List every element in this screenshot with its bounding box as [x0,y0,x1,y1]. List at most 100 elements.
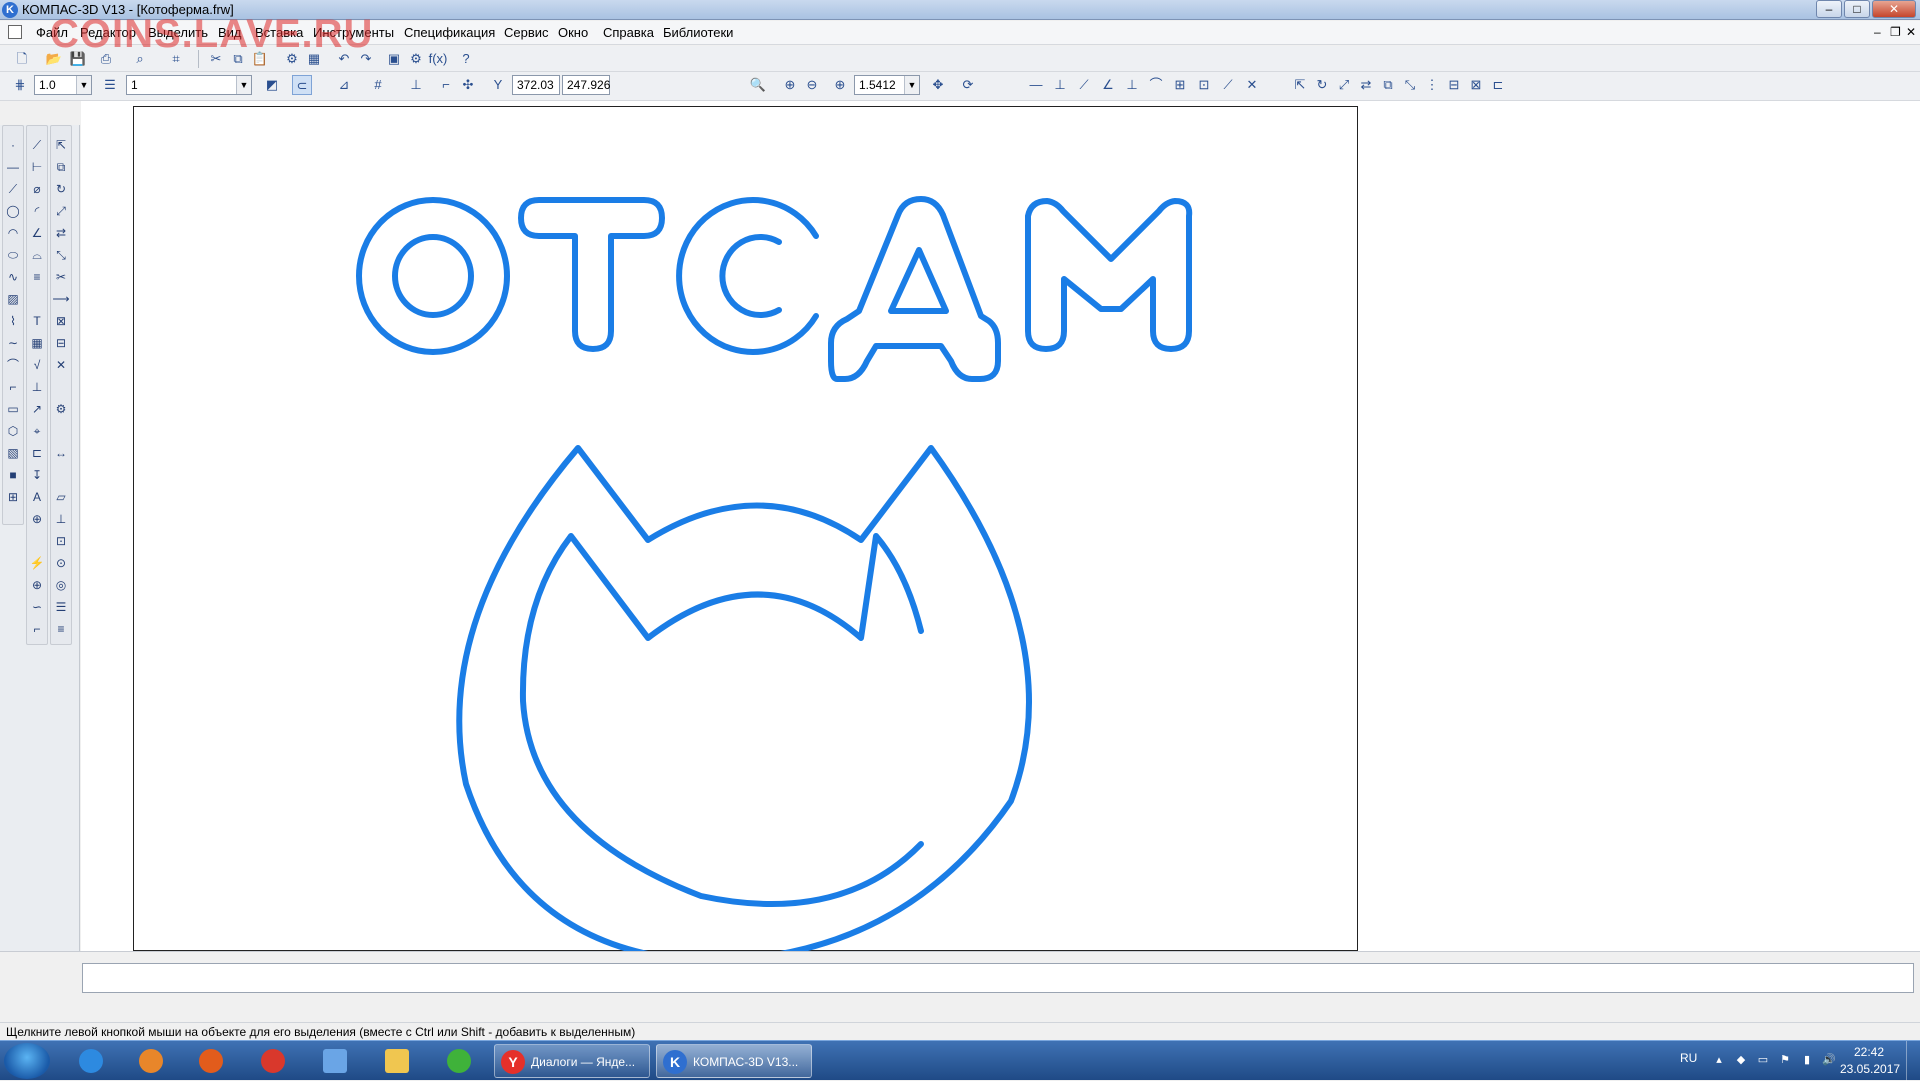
snap-grid-icon[interactable]: ⊞ [1170,75,1190,95]
text-tool-icon[interactable]: T [28,312,46,330]
manager-icon[interactable]: ▣ [384,49,404,69]
ortho-mode-icon[interactable]: ⌐ [436,75,456,95]
clock-time[interactable]: 22:42 [1854,1045,1884,1059]
angle-dimension-icon[interactable]: ∠ [28,224,46,242]
globe-icon[interactable]: ◎ [52,576,70,594]
edit-scale-icon[interactable]: ⤢ [1334,75,1354,95]
zoom-out-icon[interactable]: ⊖ [802,75,822,95]
tray-network-icon[interactable]: ▮ [1800,1053,1814,1067]
mdi-close-button[interactable]: ✕ [1906,25,1916,39]
dimension-icon[interactable]: ⊥ [1050,75,1070,95]
library-icon[interactable]: ⚙ [406,49,426,69]
step-field[interactable]: 1.0 ▼ [34,75,92,95]
layer-field[interactable]: 1 ▼ [126,75,252,95]
delete-icon[interactable]: ✕ [52,356,70,374]
measure-icon[interactable]: ↔ [52,444,70,462]
polyline-tool-icon[interactable]: ⌇ [4,312,22,330]
edit-array-icon[interactable]: ⋮ [1422,75,1442,95]
edit-trim-icon[interactable]: ⊏ [1488,75,1508,95]
snap-center-icon[interactable]: ⊡ [1194,75,1214,95]
zoom-window-icon[interactable]: 🔍 [748,75,768,95]
axis-icon[interactable]: ⊕ [28,576,46,594]
chevron-down-icon[interactable]: ▼ [236,76,251,94]
copy-tool-icon[interactable]: ⧉ [52,158,70,176]
snap-intersect-icon[interactable]: ✕ [1242,75,1262,95]
point-icon[interactable]: ⊥ [1122,75,1142,95]
chevron-down-icon[interactable]: ▼ [904,76,919,94]
taskbar-explorer[interactable] [370,1045,424,1077]
chamfer-tool-icon[interactable]: ⌐ [4,378,22,396]
tray-flag-icon[interactable]: ⚑ [1778,1053,1792,1067]
edit-rotate-icon[interactable]: ↻ [1312,75,1332,95]
mdi-restore-button[interactable]: ❐ [1890,25,1901,39]
show-desktop-button[interactable] [1906,1041,1920,1081]
polygon-tool-icon[interactable]: ⬡ [4,422,22,440]
auto-line-icon[interactable]: ⟋ [28,136,46,154]
menu-help[interactable]: Справка [603,25,654,40]
edit-mirror-icon[interactable]: ⇄ [1356,75,1376,95]
clock-date[interactable]: 23.05.2017 [1840,1062,1900,1076]
variables-fx-icon[interactable]: f(x) [428,49,448,69]
document-icon[interactable] [8,25,22,39]
radius-dimension-icon[interactable]: ◜ [28,202,46,220]
ortho-icon[interactable]: ⊿ [334,75,354,95]
list-icon[interactable]: ☰ [52,598,70,616]
macro-tool-icon[interactable]: ⊞ [4,488,22,506]
extend-icon[interactable]: ⟶ [52,290,70,308]
inertia-icon[interactable]: ⊥ [52,510,70,528]
pan-icon[interactable]: ✥ [928,75,948,95]
geometry-line-icon[interactable]: — [1026,75,1046,95]
menu-specification[interactable]: Спецификация [404,25,495,40]
angle-icon[interactable]: ∠ [1098,75,1118,95]
arc-dimension-icon[interactable]: ⌓ [28,246,46,264]
center-mark-icon[interactable]: ⊕ [28,510,46,528]
ellipse-tool-icon[interactable]: ⬭ [4,246,22,264]
snap-toggle-icon[interactable]: ✣ [458,75,478,95]
wave-icon[interactable]: ∽ [28,598,46,616]
fill-tool-icon[interactable]: ■ [4,466,22,484]
snap-point-icon[interactable]: ⟋ [1218,75,1238,95]
start-button[interactable] [4,1043,50,1079]
task-kompas[interactable]: K КОМПАС-3D V13... [656,1044,812,1078]
deform-icon[interactable]: ⤡ [52,246,70,264]
leader-icon[interactable]: ↗ [28,400,46,418]
minimize-button[interactable]: – [1816,0,1842,18]
refresh-icon[interactable]: ⟳ [958,75,978,95]
edit-clip-icon[interactable]: ⊟ [1444,75,1464,95]
zoom-field[interactable]: 1.5412 ▼ [854,75,920,95]
break-icon[interactable]: ⊠ [52,312,70,330]
help-pointer-icon[interactable]: ? [456,49,476,69]
edit-deform-icon[interactable]: ⤡ [1400,75,1420,95]
hatch-tool-icon[interactable]: ▨ [4,290,22,308]
height-dimension-icon[interactable]: ≡ [28,268,46,286]
zoom-in-icon[interactable]: ⊕ [780,75,800,95]
symmetry-icon[interactable]: ⇄ [52,224,70,242]
bracket-icon[interactable]: ⌐ [28,620,46,638]
local-cs-icon[interactable]: ⊥ [406,75,426,95]
grid-icon[interactable]: # [368,75,388,95]
cursor-icon[interactable]: ⊙ [52,554,70,572]
point-tool-icon[interactable]: · [4,136,22,154]
menu-window[interactable]: Окно [558,25,588,40]
tray-monitor-icon[interactable]: ▭ [1756,1053,1770,1067]
line-tool-icon[interactable]: — [4,158,22,176]
mdi-minimize-button[interactable]: – [1874,25,1881,39]
taskbar-icq[interactable] [432,1045,486,1077]
base-icon[interactable]: ⊥ [28,378,46,396]
language-indicator[interactable]: RU [1680,1051,1697,1065]
table-tool-icon[interactable]: ▦ [28,334,46,352]
segment-tool-icon[interactable]: ⟋ [4,180,22,198]
rotate-icon[interactable]: ↻ [52,180,70,198]
new-document-icon[interactable]: 🗋 [12,49,32,69]
taskbar-firefox[interactable] [184,1045,238,1077]
task-yandex[interactable]: Y Диалоги — Янде... [494,1044,650,1078]
chevron-down-icon[interactable]: ▼ [76,76,91,94]
coord-y-field[interactable]: 247.926 [562,75,610,95]
arrow-view-icon[interactable]: ↧ [28,466,46,484]
edit-copy-icon[interactable]: ⧉ [1378,75,1398,95]
command-field[interactable] [82,963,1914,993]
tray-volume-icon[interactable]: 🔊 [1822,1053,1836,1067]
menu-libraries[interactable]: Библиотеки [663,25,733,40]
zoom-scale-icon[interactable]: ⊕ [830,75,850,95]
coord-x-field[interactable]: 372.03 [512,75,560,95]
